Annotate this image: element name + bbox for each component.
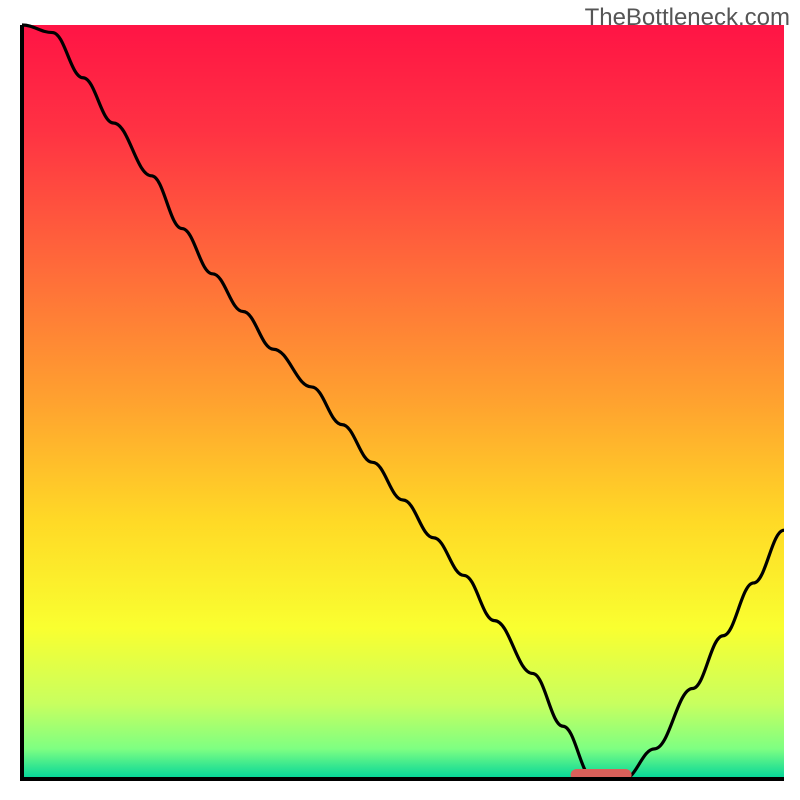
chart-svg — [0, 0, 800, 800]
plot-gradient — [22, 25, 784, 779]
watermark-text: TheBottleneck.com — [585, 4, 790, 32]
bottleneck-chart: TheBottleneck.com — [0, 0, 800, 800]
